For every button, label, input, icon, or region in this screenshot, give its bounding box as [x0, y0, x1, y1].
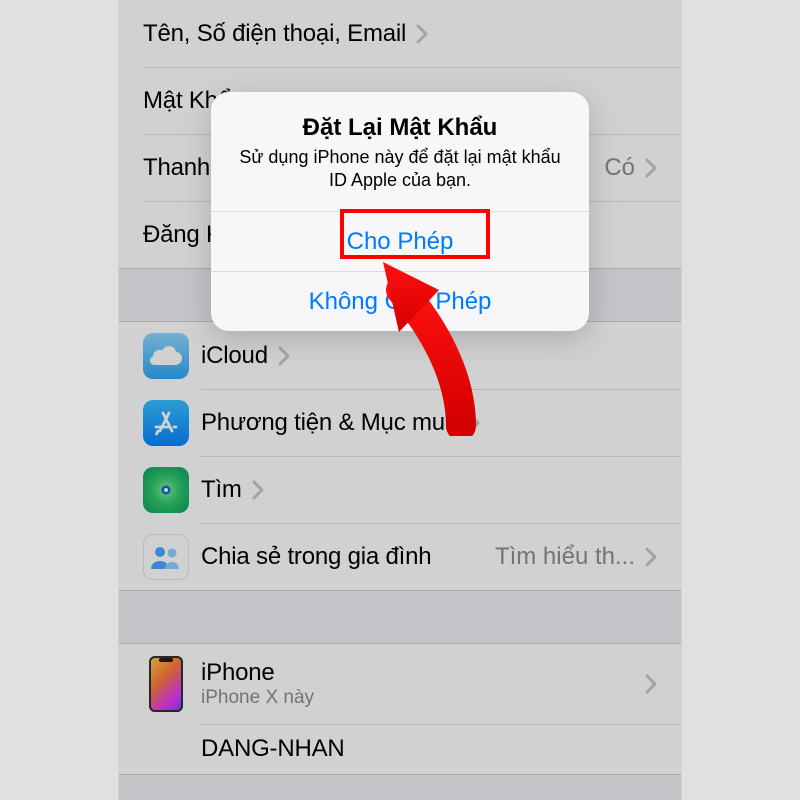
reset-password-alert: Đặt Lại Mật Khẩu Sử dụng iPhone này để đ…: [211, 92, 589, 331]
deny-button[interactable]: Không Cho Phép: [211, 271, 589, 331]
allow-button[interactable]: Cho Phép: [211, 211, 589, 271]
settings-screen: Tên, Số điện thoại, Email Mật Khẩu Thanh…: [118, 0, 682, 800]
alert-header: Đặt Lại Mật Khẩu Sử dụng iPhone này để đ…: [211, 92, 589, 211]
alert-message: Sử dụng iPhone này để đặt lại mật khẩu I…: [235, 146, 565, 191]
alert-title: Đặt Lại Mật Khẩu: [235, 114, 565, 142]
